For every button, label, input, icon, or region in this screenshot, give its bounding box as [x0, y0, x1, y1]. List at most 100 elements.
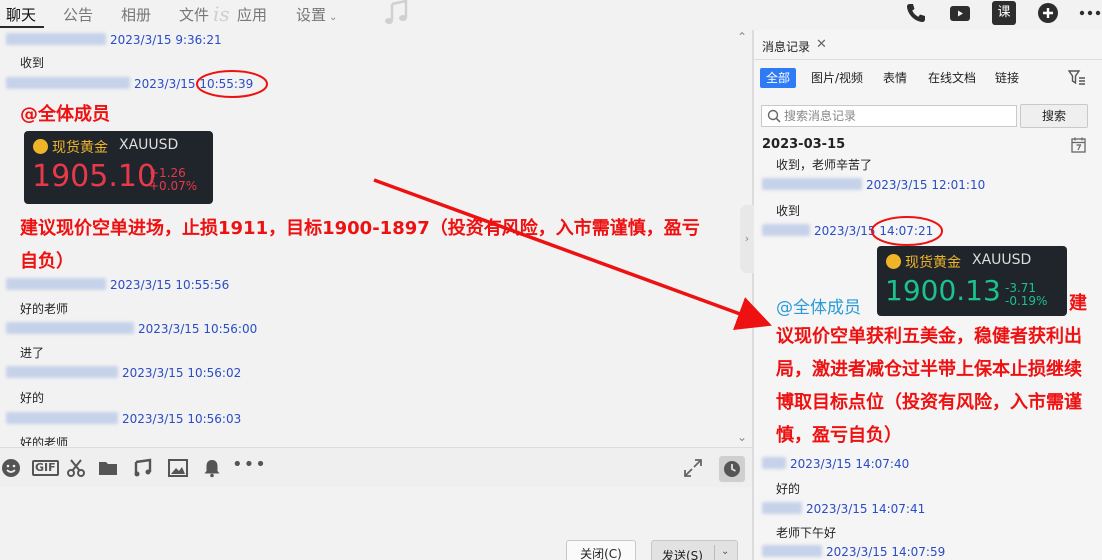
gold-coin-icon [886, 254, 901, 269]
history-message-header: 2023/3/15 14:07:59 [762, 545, 945, 559]
add-icon[interactable] [1036, 1, 1060, 25]
gold-quote-card[interactable]: 现货黄金 XAUUSD 1900.13 -3.71 -0.19% [877, 246, 1067, 316]
history-clock-icon [724, 461, 740, 477]
mention-all[interactable]: @全体成员 [776, 293, 861, 318]
filter-all[interactable]: 全部 [760, 68, 797, 88]
quote-change: +1.26 [149, 166, 186, 180]
trade-advice-line-4: 博取目标点位（投资有风险，入市需谨 [776, 392, 1082, 413]
more-icon[interactable] [1078, 1, 1102, 25]
tab-settings[interactable]: 设置 ⌄ [296, 4, 337, 25]
sender-name-blurred[interactable] [6, 366, 118, 378]
message-header: 2023/3/15 10:56:00 [6, 322, 257, 336]
collapse-panel-handle[interactable]: › [740, 205, 754, 273]
history-search-field[interactable] [761, 105, 1017, 127]
message-header: 2023/3/15 10:56:03 [6, 412, 241, 426]
filter-stickers[interactable]: 表情 [883, 68, 907, 88]
message-text: 好的老师 [20, 436, 69, 446]
history-search-input[interactable] [784, 108, 1012, 124]
history-message-text: 收到 [776, 204, 801, 218]
history-message-header: 2023/3/15 14:07:40 [762, 457, 909, 471]
tab-files[interactable]: 文件 [179, 4, 209, 25]
history-message-text: 收到，老师辛苦了 [776, 158, 873, 172]
video-icon[interactable] [948, 1, 972, 25]
quote-name: 现货黄金 [905, 255, 961, 271]
bell-icon[interactable] [202, 458, 222, 478]
music-icon[interactable] [133, 458, 153, 478]
message-time: 2023/3/15 10:56:03 [122, 412, 242, 426]
tab-album[interactable]: 相册 [121, 4, 151, 25]
message-time: 2023/3/15 10:55:39 [134, 77, 254, 91]
message-time: 2023/3/15 14:07:21 [814, 224, 934, 238]
message-header: 2023/3/15 10:56:02 [6, 366, 241, 380]
scissors-icon[interactable] [66, 458, 86, 478]
filter-icon[interactable] [1068, 70, 1086, 86]
message-header: 2023/3/15 9:36:21 [6, 33, 222, 47]
history-message-text: 好的 [776, 482, 801, 496]
image-icon[interactable] [168, 458, 188, 478]
top-tab-bar: 聊天 公告 相册 文件 应用 设置 ⌄ is 课 [0, 0, 1102, 28]
close-button[interactable]: 关闭(C) [566, 540, 636, 560]
history-tab-label[interactable]: 消息记录 [762, 38, 810, 55]
trade-advice-line-3: 局，激进者减仓过半带上保本止损继续 [776, 359, 1082, 380]
search-icon [767, 109, 781, 123]
sender-name-blurred[interactable] [6, 322, 134, 334]
message-time: 2023/3/15 10:56:02 [122, 366, 242, 380]
folder-icon[interactable] [98, 458, 118, 478]
trade-advice-line-5: 慎，盈亏自负） [776, 425, 902, 446]
sender-name-blurred[interactable] [6, 412, 118, 424]
tab-chat-underline [0, 26, 44, 28]
trade-advice-line-1: 建 [1069, 293, 1087, 314]
quote-change: -3.71 [1005, 281, 1037, 295]
message-text: 好的 [20, 391, 45, 405]
tab-chat[interactable]: 聊天 [6, 4, 36, 25]
send-button-divider [714, 545, 715, 560]
quote-price: 1900.13 [885, 274, 1001, 307]
sender-name-blurred[interactable] [6, 33, 106, 45]
history-message-text: 老师下午好 [776, 526, 837, 540]
filter-media[interactable]: 图片/视频 [811, 68, 863, 88]
expand-icon[interactable] [683, 458, 703, 478]
tab-settings-label: 设置 [296, 6, 327, 24]
history-message-header: 2023/3/15 14:07:21 [762, 224, 933, 238]
phone-icon[interactable] [904, 1, 928, 25]
mention-all[interactable]: @全体成员 [20, 100, 110, 126]
emoji-icon[interactable] [1, 458, 21, 478]
history-clock-button[interactable] [719, 456, 745, 482]
quote-name: 现货黄金 [52, 140, 108, 156]
history-search-button[interactable]: 搜索 [1020, 104, 1088, 128]
history-message-header: 2023/3/15 14:07:41 [762, 502, 925, 516]
message-time: 2023/3/15 12:01:10 [866, 178, 986, 192]
close-icon[interactable]: ✕ [816, 37, 827, 52]
filter-docs[interactable]: 在线文档 [928, 68, 976, 88]
chevron-down-icon: ⌄ [329, 12, 338, 23]
tab-announcements[interactable]: 公告 [63, 4, 93, 25]
filter-links[interactable]: 链接 [995, 68, 1019, 88]
message-input-area[interactable]: 关闭(C) 发送(S) ⌄ [0, 488, 752, 560]
gif-icon[interactable]: GIF [32, 460, 59, 476]
sender-name-blurred[interactable] [6, 77, 130, 89]
classroom-icon[interactable]: 课 [992, 1, 1016, 25]
quote-symbol: XAUUSD [119, 137, 179, 153]
banner-decoration-text: is [213, 2, 230, 26]
app-window: 聊天 公告 相册 文件 应用 设置 ⌄ is 课 ⌃ 2023/3/15 9:3… [0, 0, 1102, 560]
send-button[interactable]: 发送(S) ⌄ [651, 540, 738, 560]
tab-apps[interactable]: 应用 [237, 4, 267, 25]
chevron-down-icon[interactable]: ⌄ [721, 546, 729, 557]
sender-name-blurred[interactable] [762, 545, 822, 557]
more-icon[interactable]: ••• [232, 454, 267, 475]
history-message-header: 2023/3/15 12:01:10 [762, 178, 985, 192]
calendar-icon[interactable] [1071, 137, 1086, 153]
message-time: 2023/3/15 9:36:21 [110, 33, 222, 47]
sender-name-blurred[interactable] [6, 278, 106, 290]
sender-name-blurred[interactable] [762, 178, 862, 190]
message-time: 2023/3/15 10:56:00 [138, 322, 258, 336]
sender-name-blurred[interactable] [762, 502, 802, 514]
gold-quote-card[interactable]: 现货黄金 XAUUSD 1905.10 +1.26 +0.07% [24, 131, 213, 204]
sender-name-blurred[interactable] [762, 457, 786, 469]
scroll-down-icon[interactable]: ⌄ [737, 430, 747, 444]
sender-name-blurred[interactable] [762, 224, 810, 236]
send-button-label: 发送(S) [662, 549, 703, 560]
chat-message-area[interactable]: ⌃ 2023/3/15 9:36:21 收到 2023/3/15 10:55:3… [0, 30, 752, 446]
scroll-up-icon[interactable]: ⌃ [737, 30, 747, 44]
trade-advice-line-1: 建议现价空单进场，止损1911，目标1900-1897（投资有风险，入市需谨慎，… [20, 218, 700, 239]
